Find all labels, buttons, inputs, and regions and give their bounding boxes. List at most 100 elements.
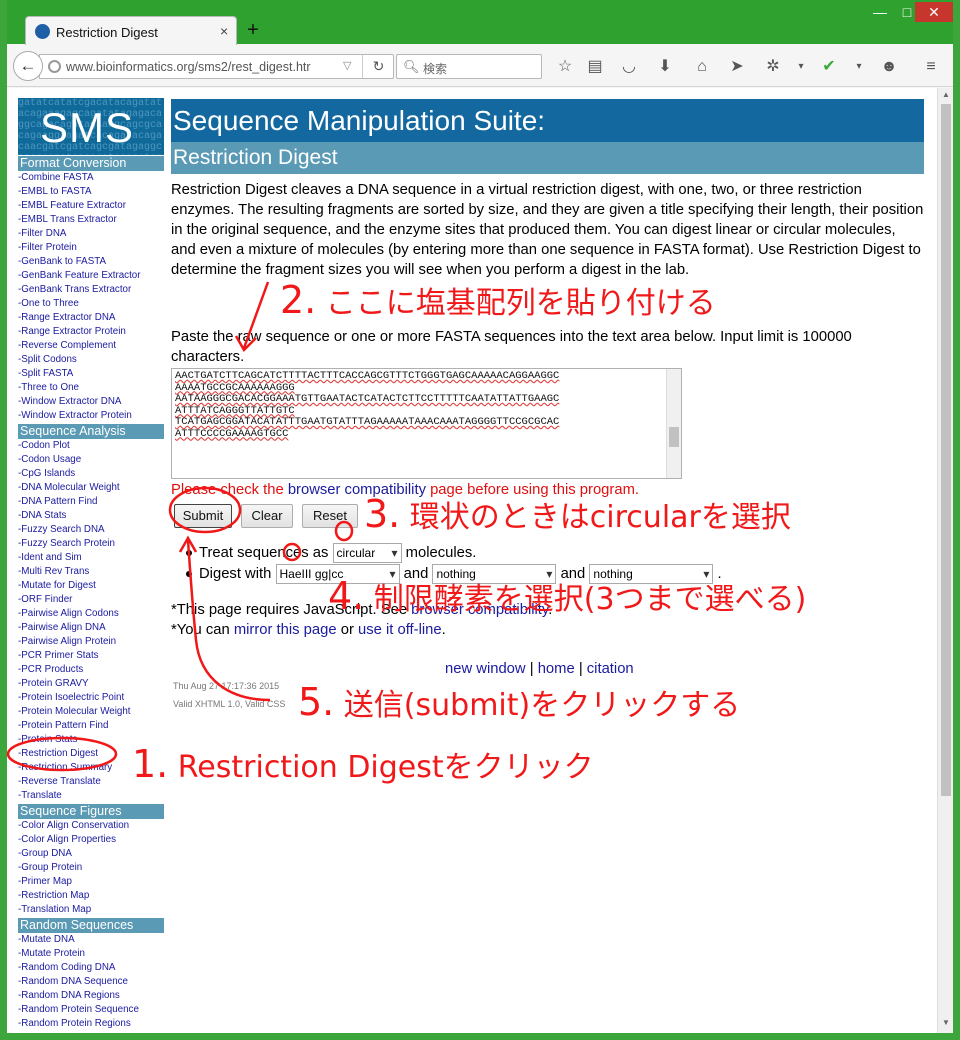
reading-list-icon[interactable]: ▤ [585, 57, 605, 77]
menu-icon[interactable]: ≡ [921, 57, 941, 77]
sidebar-item[interactable]: -Protein GRAVY [18, 677, 164, 691]
topology-select[interactable]: circular [332, 543, 402, 563]
sidebar-item[interactable]: -Split Codons [18, 353, 164, 367]
bookmark-star-icon[interactable]: ☆ [555, 57, 575, 77]
sidebar-item[interactable]: -GenBank Feature Extractor [18, 269, 164, 283]
sidebar-item[interactable]: -PCR Primer Stats [18, 649, 164, 663]
sidebar-item[interactable]: -Primer Map [18, 875, 164, 889]
url-dropdown-icon[interactable]: ▽ [343, 59, 351, 72]
sidebar-item[interactable]: -Random Protein Regions [18, 1017, 164, 1031]
bullet-icon [186, 550, 192, 556]
url-bar[interactable]: www.bioinformatics.org/sms2/rest_digest.… [39, 54, 394, 79]
sidebar-item[interactable]: -EMBL Feature Extractor [18, 199, 164, 213]
sidebar-item[interactable]: -Fuzzy Search DNA [18, 523, 164, 537]
sidebar-item[interactable]: -Mutate for Digest [18, 579, 164, 593]
sidebar-item[interactable]: -Pairwise Align Protein [18, 635, 164, 649]
sidebar-item[interactable]: -GenBank Trans Extractor [18, 283, 164, 297]
sidebar-item[interactable]: -GenBank to FASTA [18, 255, 164, 269]
sidebar-item[interactable]: -Protein Isoelectric Point [18, 691, 164, 705]
citation-link[interactable]: citation [587, 661, 634, 677]
close-tab-icon[interactable]: × [220, 23, 228, 39]
sidebar-item[interactable]: -Codon Plot [18, 439, 164, 453]
sidebar-item[interactable]: -Range Extractor DNA [18, 311, 164, 325]
sidebar-item[interactable]: -Split FASTA [18, 367, 164, 381]
pocket-icon[interactable]: ◡ [619, 57, 639, 77]
textarea-scroll-thumb[interactable] [669, 427, 679, 447]
send-icon[interactable]: ➤ [727, 57, 747, 77]
sidebar-item[interactable]: -DNA Molecular Weight [18, 481, 164, 495]
url-text[interactable]: www.bioinformatics.org/sms2/rest_digest.… [66, 60, 336, 74]
sidebar-item[interactable]: -EMBL Trans Extractor [18, 213, 164, 227]
download-icon[interactable]: ⬇ [655, 57, 675, 77]
sidebar-item[interactable]: -CpG Islands [18, 467, 164, 481]
sidebar-section-heading: Sequence Analysis [18, 424, 164, 439]
sidebar-item[interactable]: -Multi Rev Trans [18, 565, 164, 579]
sidebar-item[interactable]: -DNA Pattern Find [18, 495, 164, 509]
sidebar-item[interactable]: -Fuzzy Search Protein [18, 537, 164, 551]
tab-restriction-digest[interactable]: Restriction Digest × [25, 16, 237, 46]
sidebar-item[interactable]: -Filter DNA [18, 227, 164, 241]
close-window-button[interactable]: ✕ [915, 2, 953, 22]
check-dropdown-icon[interactable]: ▾ [849, 57, 869, 77]
sidebar-item[interactable]: -Group Protein [18, 861, 164, 875]
sidebar-item[interactable]: -Translate [18, 789, 164, 803]
sidebar-item[interactable]: -Random DNA Regions [18, 989, 164, 1003]
back-button[interactable]: ← [13, 51, 43, 81]
sidebar-item[interactable]: -Color Align Properties [18, 833, 164, 847]
sms-logo[interactable]: gatatcatatcgacatacagatatacagaaagagcagata… [18, 98, 164, 155]
sidebar-item[interactable]: -Three to One [18, 381, 164, 395]
sidebar-item[interactable]: -Codon Usage [18, 453, 164, 467]
extension-icon[interactable]: ✲ [763, 57, 783, 77]
page-scrollbar[interactable]: ▲ ▼ [937, 88, 953, 1033]
sidebar-item[interactable]: -Ident and Sim [18, 551, 164, 565]
minimize-button[interactable]: — [865, 2, 895, 22]
sidebar-item[interactable]: -Restriction Map [18, 889, 164, 903]
sidebar-item[interactable]: -Combine FASTA [18, 171, 164, 185]
sidebar-item[interactable]: -Random Protein Sequence [18, 1003, 164, 1017]
sequence-text[interactable]: AACTGATCTTCAGCATCTTTTACTTTCACCAGCGTTTCTG… [172, 369, 681, 442]
sidebar-item[interactable]: -Mutate DNA [18, 933, 164, 947]
new-window-link[interactable]: new window [445, 661, 526, 677]
sidebar-item[interactable]: -Random Coding DNA [18, 961, 164, 975]
extension-dropdown-icon[interactable]: ▾ [791, 57, 811, 77]
sidebar-item[interactable]: -Filter Protein [18, 241, 164, 255]
sidebar-item[interactable]: -PCR Products [18, 663, 164, 677]
sidebar-item[interactable]: -Reverse Complement [18, 339, 164, 353]
reset-button[interactable]: Reset [302, 504, 358, 528]
sequence-textarea[interactable]: AACTGATCTTCAGCATCTTTTACTTTCACCAGCGTTTCTG… [171, 368, 682, 479]
page-title: Sequence Manipulation Suite: [171, 99, 924, 142]
home-link[interactable]: home [538, 661, 575, 677]
page-scroll-thumb[interactable] [941, 104, 951, 796]
sidebar-item[interactable]: -Protein Molecular Weight [18, 705, 164, 719]
smiley-icon[interactable]: ☻ [879, 57, 899, 77]
sidebar-item[interactable]: -Window Extractor DNA [18, 395, 164, 409]
sidebar-item[interactable]: -DNA Stats [18, 509, 164, 523]
treat-suffix: molecules. [405, 544, 477, 561]
search-bar[interactable]: 🔍︎ 検索 [396, 54, 542, 79]
reload-icon[interactable]: ↻ [362, 55, 394, 78]
validation-links[interactable]: Valid XHTML 1.0, Valid CSS [173, 699, 285, 709]
sidebar-item[interactable]: -EMBL to FASTA [18, 185, 164, 199]
submit-button[interactable]: Submit [174, 504, 232, 528]
sidebar-item[interactable]: -Group DNA [18, 847, 164, 861]
sidebar-item[interactable]: -Protein Pattern Find [18, 719, 164, 733]
sidebar-item[interactable]: -ORF Finder [18, 593, 164, 607]
sidebar-item[interactable]: -Pairwise Align Codons [18, 607, 164, 621]
sidebar-item[interactable]: -Translation Map [18, 903, 164, 917]
scroll-up-icon[interactable]: ▲ [938, 90, 953, 99]
sidebar-item[interactable]: -Window Extractor Protein [18, 409, 164, 423]
sidebar-item[interactable]: -Random DNA Sequence [18, 975, 164, 989]
mirror-link[interactable]: mirror this page [234, 622, 337, 638]
scroll-down-icon[interactable]: ▼ [938, 1018, 953, 1027]
textarea-scrollbar[interactable] [666, 369, 681, 478]
sidebar-item[interactable]: -One to Three [18, 297, 164, 311]
sidebar-item[interactable]: -Mutate Protein [18, 947, 164, 961]
new-tab-button[interactable]: + [243, 19, 263, 42]
offline-link[interactable]: use it off-line [358, 622, 442, 638]
home-icon[interactable]: ⌂ [692, 57, 712, 77]
check-icon[interactable]: ✔ [819, 57, 839, 77]
clear-button[interactable]: Clear [241, 504, 293, 528]
sidebar-item[interactable]: -Range Extractor Protein [18, 325, 164, 339]
sidebar-item[interactable]: -Pairwise Align DNA [18, 621, 164, 635]
sidebar-item[interactable]: -Color Align Conservation [18, 819, 164, 833]
